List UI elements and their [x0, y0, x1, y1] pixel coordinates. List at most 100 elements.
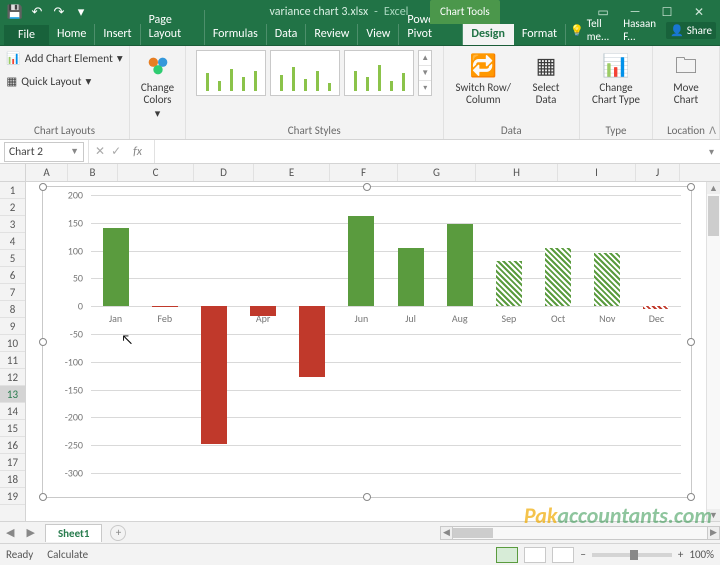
zoom-level[interactable]: 100%	[689, 548, 714, 561]
column-header[interactable]: E	[254, 164, 330, 181]
row-header[interactable]: 14	[0, 403, 25, 420]
row-header[interactable]: 19	[0, 488, 25, 505]
tab-format[interactable]: Format	[514, 24, 566, 45]
zoom-out-icon[interactable]: −	[580, 548, 585, 561]
row-header[interactable]: 15	[0, 420, 25, 437]
row-header[interactable]: 11	[0, 352, 25, 369]
tab-home[interactable]: Home	[49, 24, 95, 45]
save-icon[interactable]: 💾	[6, 3, 24, 21]
row-header[interactable]: 13	[0, 386, 25, 403]
row-header[interactable]: 6	[0, 267, 25, 284]
move-chart-button[interactable]: 🗀Move Chart	[661, 50, 711, 108]
worksheet-grid[interactable]: ABCDEFGHIJ 12345678910111213141516171819…	[0, 164, 720, 521]
resize-handle[interactable]	[363, 183, 371, 191]
tab-data[interactable]: Data	[267, 24, 307, 45]
scroll-up-icon[interactable]: ▲	[707, 182, 720, 194]
tab-design[interactable]: Design	[463, 24, 513, 45]
switch-row-column-button[interactable]: 🔁Switch Row/ Column	[452, 50, 515, 108]
column-header[interactable]: A	[26, 164, 68, 181]
name-box-dropdown-icon[interactable]: ▼	[70, 146, 79, 157]
column-header[interactable]: F	[330, 164, 398, 181]
row-header[interactable]: 12	[0, 369, 25, 386]
enter-formula-icon[interactable]: ✓	[111, 144, 121, 159]
chart-bar[interactable]	[152, 306, 178, 307]
chart-bar[interactable]	[545, 248, 571, 306]
resize-handle[interactable]	[39, 493, 47, 501]
column-header[interactable]: B	[68, 164, 118, 181]
chart-bar[interactable]	[594, 253, 620, 306]
vertical-scrollbar[interactable]: ▲ ▼	[706, 182, 720, 521]
row-header[interactable]: 4	[0, 233, 25, 250]
row-header[interactable]: 5	[0, 250, 25, 267]
chart-style-thumb[interactable]	[344, 50, 414, 96]
zoom-in-icon[interactable]: +	[678, 548, 683, 561]
scroll-left-icon[interactable]: ◀	[441, 527, 453, 539]
name-box[interactable]: Chart 2 ▼	[4, 142, 84, 162]
row-header[interactable]: 3	[0, 216, 25, 233]
scroll-right-icon[interactable]: ▶	[707, 527, 719, 539]
chart-bar[interactable]	[103, 228, 129, 306]
expand-formula-bar-icon[interactable]: ▾	[703, 145, 720, 158]
quick-layout-button[interactable]: ▦Quick Layout ▾	[4, 73, 93, 90]
chart-bar[interactable]	[348, 216, 374, 306]
sheet-nav-prev-icon[interactable]: ◀	[0, 526, 20, 539]
sheet-nav-next-icon[interactable]: ▶	[20, 526, 40, 539]
row-header[interactable]: 16	[0, 437, 25, 454]
zoom-slider[interactable]	[592, 553, 672, 557]
tab-file[interactable]: File	[4, 25, 49, 45]
select-data-button[interactable]: ▦Select Data	[521, 50, 571, 108]
normal-view-button[interactable]	[496, 547, 518, 563]
column-header[interactable]: I	[558, 164, 636, 181]
chart-bar[interactable]	[447, 224, 473, 306]
select-all-corner[interactable]	[0, 164, 26, 181]
tab-review[interactable]: Review	[306, 24, 358, 45]
row-header[interactable]: 7	[0, 284, 25, 301]
column-header[interactable]: H	[476, 164, 558, 181]
chart-bar[interactable]	[398, 248, 424, 306]
horizontal-scrollbar[interactable]: ◀ ▶	[440, 526, 720, 540]
row-header[interactable]: 18	[0, 471, 25, 488]
scroll-thumb[interactable]	[453, 528, 493, 538]
qat-more-icon[interactable]: ▾	[72, 3, 90, 21]
fx-icon[interactable]: fx	[127, 145, 148, 159]
resize-handle[interactable]	[363, 493, 371, 501]
redo-icon[interactable]: ↷	[50, 3, 68, 21]
resize-handle[interactable]	[687, 338, 695, 346]
row-header[interactable]: 2	[0, 199, 25, 216]
account-user[interactable]: Hasaan F...	[619, 15, 660, 45]
page-break-view-button[interactable]	[552, 547, 574, 563]
add-chart-element-button[interactable]: 📊Add Chart Element ▾	[4, 50, 124, 67]
column-header[interactable]: C	[118, 164, 194, 181]
tab-formulas[interactable]: Formulas	[205, 24, 267, 45]
tell-me-search[interactable]: 💡 Tell me...	[566, 15, 613, 45]
resize-handle[interactable]	[687, 183, 695, 191]
tab-insert[interactable]: Insert	[95, 24, 140, 45]
new-sheet-button[interactable]: +	[110, 525, 126, 541]
chart-bar[interactable]	[250, 306, 276, 316]
column-header[interactable]: D	[194, 164, 254, 181]
chart-bar[interactable]	[201, 306, 227, 444]
chart-bar[interactable]	[496, 261, 522, 307]
scroll-down-icon[interactable]: ▼	[707, 509, 720, 521]
chart-style-thumb[interactable]	[270, 50, 340, 96]
resize-handle[interactable]	[687, 493, 695, 501]
change-colors-button[interactable]: Change Colors ▾	[133, 50, 183, 122]
tab-page-layout[interactable]: Page Layout	[141, 10, 205, 45]
collapse-ribbon-icon[interactable]: ᐱ	[709, 124, 716, 137]
tab-view[interactable]: View	[358, 24, 399, 45]
gallery-nav[interactable]: ▲▼▾	[418, 50, 432, 96]
share-button[interactable]: 👤 Share	[666, 22, 716, 39]
column-header[interactable]: G	[398, 164, 476, 181]
row-header[interactable]: 10	[0, 335, 25, 352]
sheet-tab-active[interactable]: Sheet1	[45, 524, 103, 542]
chart-style-thumb[interactable]	[196, 50, 266, 96]
chart-styles-gallery[interactable]: ▲▼▾	[196, 50, 432, 96]
row-header[interactable]: 17	[0, 454, 25, 471]
zoom-control[interactable]: − + 100%	[580, 548, 714, 561]
column-header[interactable]: J	[636, 164, 680, 181]
chart-bar[interactable]	[643, 306, 669, 309]
cancel-formula-icon[interactable]: ✕	[95, 144, 105, 159]
chart-object[interactable]: ↖ 200150100500-50-100-150-200-250-300Jan…	[42, 186, 692, 498]
change-chart-type-button[interactable]: 📊Change Chart Type	[588, 50, 644, 108]
page-layout-view-button[interactable]	[524, 547, 546, 563]
